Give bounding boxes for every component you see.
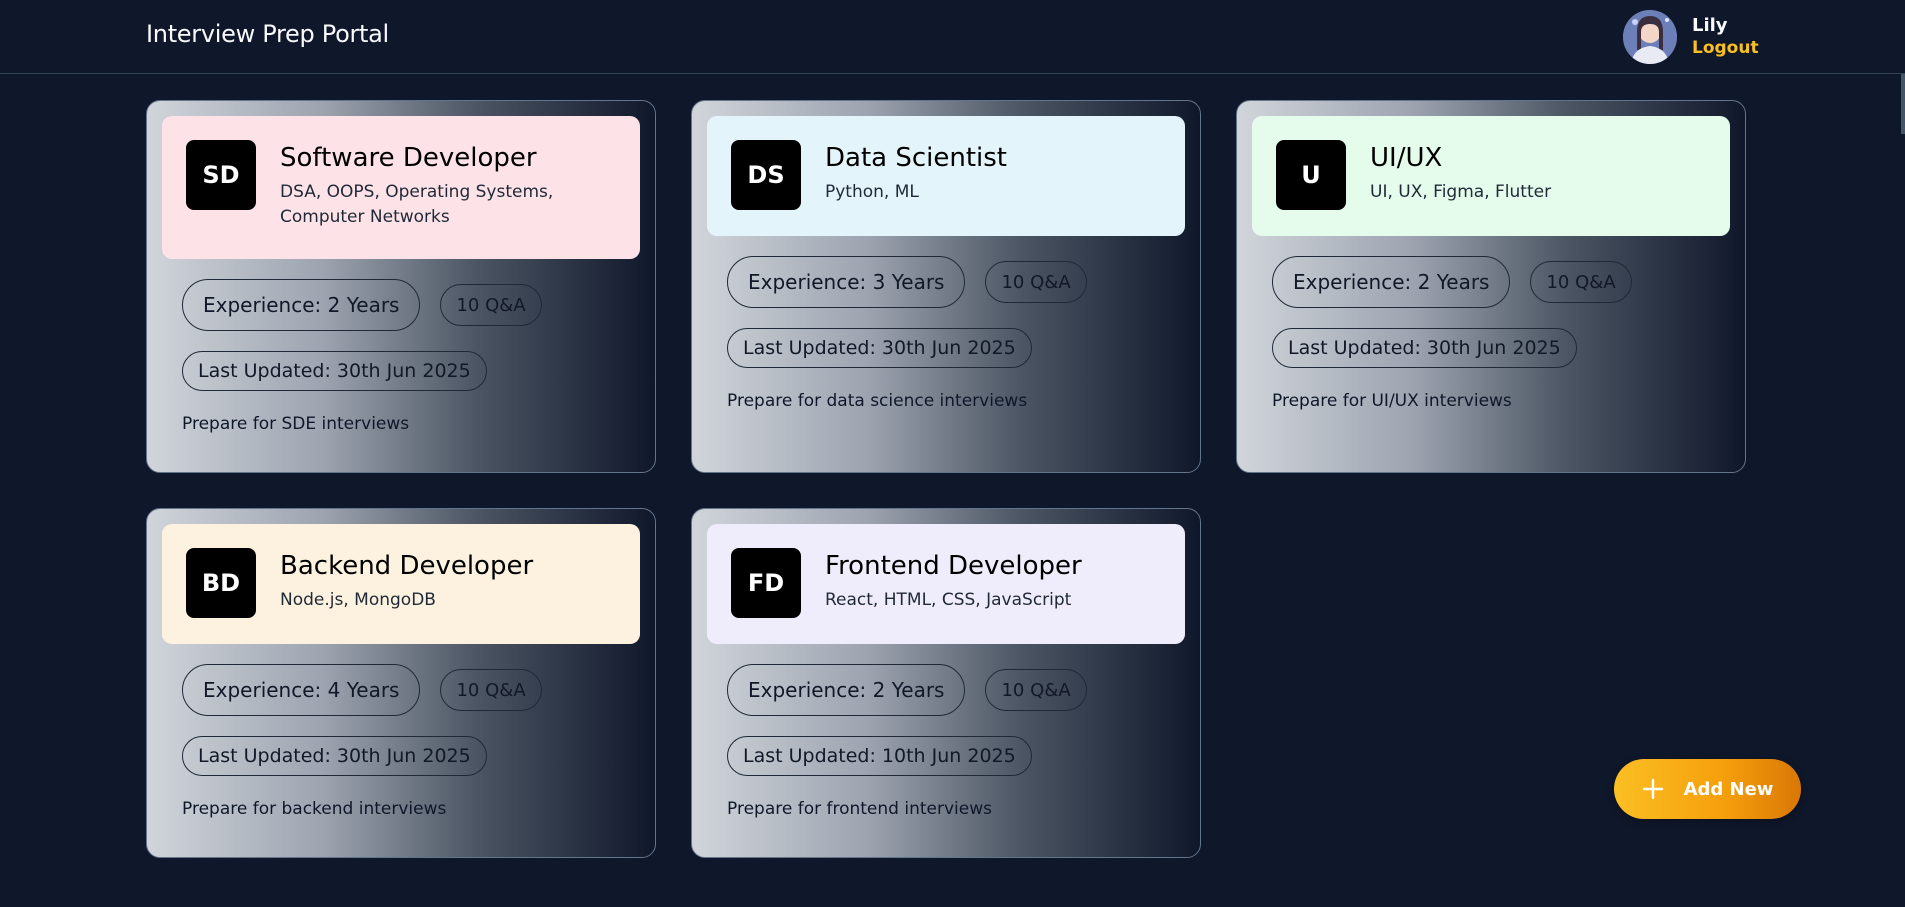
- role-title: Software Developer: [280, 143, 537, 173]
- session-card-data-scientist[interactable]: DS Data Scientist Python, ML Experience:…: [691, 100, 1201, 473]
- plus-icon: [1642, 778, 1663, 800]
- role-title: Frontend Developer: [825, 551, 1082, 581]
- role-initials-badge: DS: [731, 140, 801, 210]
- session-card-ui-ux[interactable]: U UI/UX UI, UX, Figma, Flutter Experienc…: [1236, 100, 1746, 473]
- experience-chip: Experience: 3 Years: [727, 256, 966, 308]
- qa-count-chip: 10 Q&A: [440, 669, 542, 711]
- qa-count-chip: 10 Q&A: [1530, 261, 1632, 303]
- card-header: DS Data Scientist Python, ML: [707, 116, 1185, 236]
- role-title: Data Scientist: [825, 143, 1007, 173]
- card-description: Prepare for SDE interviews: [182, 414, 410, 434]
- qa-count-chip: 10 Q&A: [985, 261, 1087, 303]
- role-topics: DSA, OOPS, Operating Systems, Computer N…: [280, 182, 554, 227]
- avatar[interactable]: [1623, 10, 1677, 64]
- last-updated-chip: Last Updated: 30th Jun 2025: [182, 736, 487, 776]
- add-new-label: Add New: [1683, 778, 1774, 800]
- role-initials-badge: SD: [186, 140, 256, 210]
- card-header: BD Backend Developer Node.js, MongoDB: [162, 524, 640, 644]
- role-initials-badge: BD: [186, 548, 256, 618]
- experience-chip: Experience: 2 Years: [1272, 256, 1511, 308]
- role-initials-badge: FD: [731, 548, 801, 618]
- last-updated-chip: Last Updated: 10th Jun 2025: [727, 736, 1032, 776]
- card-description: Prepare for data science interviews: [727, 391, 1028, 411]
- role-initials-badge: U: [1276, 140, 1346, 210]
- experience-chip: Experience: 2 Years: [182, 279, 421, 331]
- session-card-backend-developer[interactable]: BD Backend Developer Node.js, MongoDB Ex…: [146, 508, 656, 858]
- experience-chip: Experience: 2 Years: [727, 664, 966, 716]
- logout-link[interactable]: Logout: [1692, 37, 1759, 60]
- app-title: Interview Prep Portal: [146, 20, 389, 48]
- card-header: FD Frontend Developer React, HTML, CSS, …: [707, 524, 1185, 644]
- user-name: Lily: [1692, 15, 1728, 36]
- card-header: SD Software Developer DSA, OOPS, Operati…: [162, 116, 640, 259]
- session-card-frontend-developer[interactable]: FD Frontend Developer React, HTML, CSS, …: [691, 508, 1201, 858]
- card-header: U UI/UX UI, UX, Figma, Flutter: [1252, 116, 1730, 236]
- qa-count-chip: 10 Q&A: [440, 284, 542, 326]
- user-profile: Lily Logout: [1623, 10, 1759, 64]
- experience-chip: Experience: 4 Years: [182, 664, 421, 716]
- session-card-software-developer[interactable]: SD Software Developer DSA, OOPS, Operati…: [146, 100, 656, 473]
- role-topics: Python, ML: [825, 182, 919, 202]
- top-header: Interview Prep Portal Lily Logout: [0, 0, 1905, 74]
- last-updated-chip: Last Updated: 30th Jun 2025: [1272, 328, 1577, 368]
- qa-count-chip: 10 Q&A: [985, 669, 1087, 711]
- scrollbar[interactable]: [1901, 74, 1905, 134]
- card-description: Prepare for UI/UX interviews: [1272, 391, 1512, 411]
- role-topics: React, HTML, CSS, JavaScript: [825, 590, 1072, 610]
- card-description: Prepare for frontend interviews: [727, 799, 992, 819]
- role-title: UI/UX: [1370, 143, 1443, 173]
- last-updated-chip: Last Updated: 30th Jun 2025: [182, 351, 487, 391]
- role-topics: Node.js, MongoDB: [280, 590, 436, 610]
- role-title: Backend Developer: [280, 551, 534, 581]
- last-updated-chip: Last Updated: 30th Jun 2025: [727, 328, 1032, 368]
- card-description: Prepare for backend interviews: [182, 799, 447, 819]
- role-topics: UI, UX, Figma, Flutter: [1370, 182, 1552, 202]
- add-new-button[interactable]: Add New: [1614, 759, 1801, 819]
